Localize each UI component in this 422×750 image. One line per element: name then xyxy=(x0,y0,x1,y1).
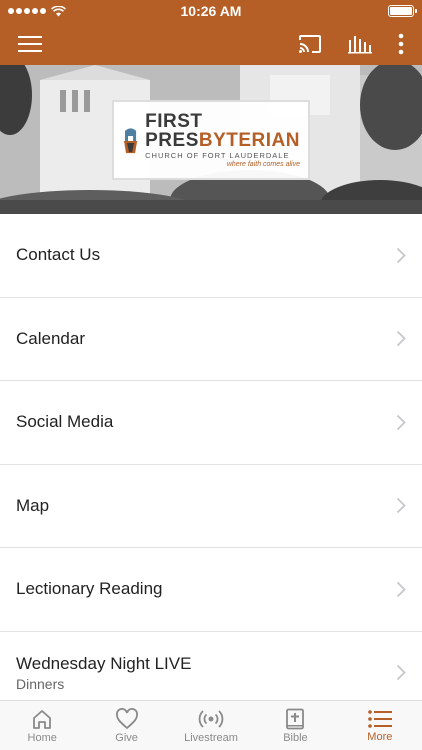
menu-item-map[interactable]: Map xyxy=(0,465,422,548)
home-icon xyxy=(33,709,52,729)
chevron-right-icon xyxy=(396,665,406,681)
bottom-tab-bar: Home Give Livestream Bible More xyxy=(0,700,422,750)
chevron-right-icon xyxy=(396,581,406,597)
hamburger-icon[interactable] xyxy=(18,35,42,53)
logo-line1: FIRST xyxy=(145,110,203,132)
wifi-icon xyxy=(51,5,66,16)
battery-icon xyxy=(387,5,417,17)
chevron-right-icon xyxy=(396,331,406,347)
menu-item-label: Contact Us xyxy=(16,245,101,265)
tab-label: Give xyxy=(115,731,138,744)
church-logo: FIRST PRESBYTERIAN CHURCH OF FORT LAUDER… xyxy=(112,100,310,180)
logo-subtitle: CHURCH OF FORT LAUDERDALE xyxy=(145,150,290,160)
menu-item-label: Wednesday Night LIVE xyxy=(16,653,192,673)
logo-line2-a: PRES xyxy=(145,129,199,151)
audio-bars-icon[interactable] xyxy=(348,34,372,54)
chevron-right-icon xyxy=(396,414,406,430)
list-icon xyxy=(368,709,392,728)
bible-icon xyxy=(286,708,305,729)
more-menu-list: Contact Us Calendar Social Media Map Lec… xyxy=(0,214,422,715)
church-emblem-icon xyxy=(124,128,138,154)
logo-line2-b: BYTERIAN xyxy=(198,129,300,151)
vertical-dots-icon[interactable] xyxy=(398,33,404,55)
menu-item-contact-us[interactable]: Contact Us xyxy=(0,214,422,298)
menu-item-label: Social Media xyxy=(16,412,114,432)
tab-bible[interactable]: Bible xyxy=(253,701,337,750)
chevron-right-icon xyxy=(396,498,406,514)
top-toolbar xyxy=(0,22,422,65)
status-time: 10:26 AM xyxy=(180,3,242,19)
signal-strength-icon xyxy=(8,8,46,14)
tab-label: Livestream xyxy=(184,731,238,744)
menu-item-lectionary-reading[interactable]: Lectionary Reading xyxy=(0,548,422,632)
chevron-right-icon xyxy=(396,247,406,263)
tab-home[interactable]: Home xyxy=(0,701,84,750)
heart-icon xyxy=(115,707,138,729)
tab-livestream[interactable]: Livestream xyxy=(169,701,253,750)
status-bar: 10:26 AM xyxy=(0,0,422,22)
tab-label: More xyxy=(367,730,393,743)
logo-tagline: where faith comes alive xyxy=(226,161,300,169)
broadcast-icon xyxy=(198,709,224,728)
tab-label: Bible xyxy=(283,731,308,744)
menu-item-calendar[interactable]: Calendar xyxy=(0,298,422,381)
signal-area xyxy=(8,5,128,17)
tab-more[interactable]: More xyxy=(338,701,422,750)
menu-item-label: Lectionary Reading xyxy=(16,579,163,599)
menu-item-sublabel: Dinners xyxy=(16,675,65,692)
tab-label: Home xyxy=(27,731,57,744)
menu-item-label: Calendar xyxy=(16,328,85,348)
tab-give[interactable]: Give xyxy=(84,701,168,750)
menu-item-label: Map xyxy=(16,495,50,515)
hero-banner: FIRST PRESBYTERIAN CHURCH OF FORT LAUDER… xyxy=(0,65,422,214)
cast-icon[interactable] xyxy=(298,34,322,54)
menu-item-social-media[interactable]: Social Media xyxy=(0,381,422,465)
